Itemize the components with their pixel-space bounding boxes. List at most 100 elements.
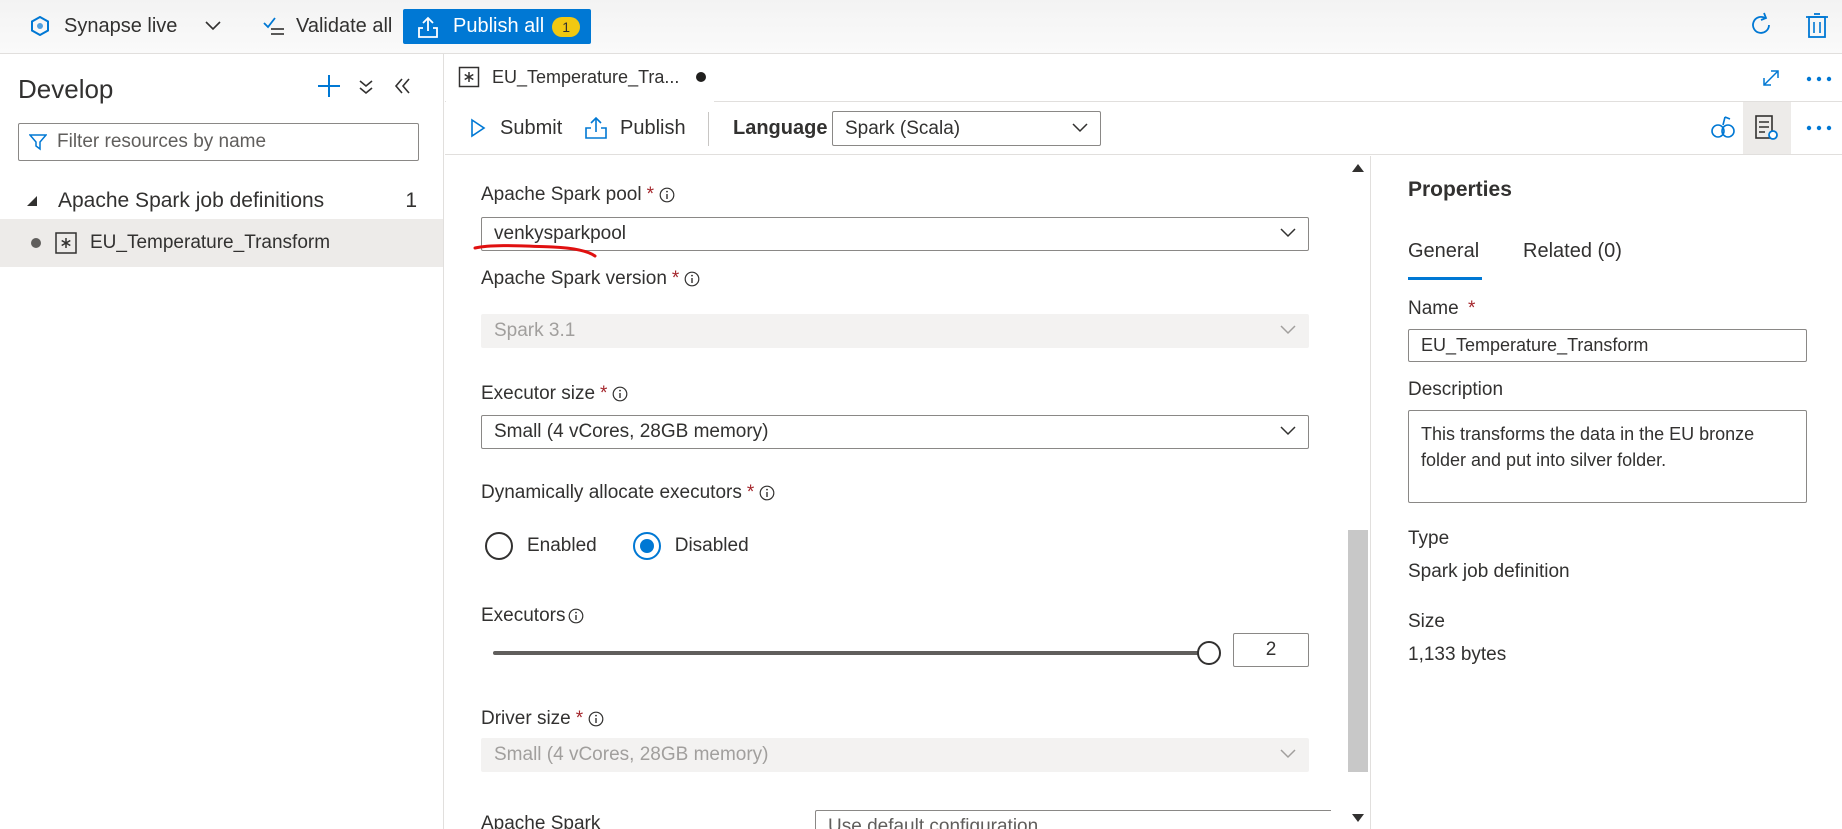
workspace-mode-label: Synapse live: [64, 14, 178, 37]
driver-size-select: Small (4 vCores, 28GB memory): [481, 738, 1309, 772]
info-icon[interactable]: [568, 608, 584, 624]
radio-enabled[interactable]: [485, 532, 513, 560]
publish-button[interactable]: Publish: [584, 102, 686, 154]
executors-label-row: Executors: [481, 605, 584, 627]
spark-config-select[interactable]: Use default configuration: [815, 810, 1331, 829]
play-icon: [470, 118, 486, 138]
spark-pool-select[interactable]: venkysparkpool: [481, 217, 1309, 251]
refresh-icon[interactable]: [1748, 12, 1774, 38]
language-value: Spark (Scala): [845, 117, 961, 139]
radio-enabled-label[interactable]: Enabled: [527, 535, 597, 557]
publish-all-button[interactable]: Publish all 1: [403, 9, 591, 44]
executors-count-input[interactable]: 2: [1233, 633, 1309, 667]
properties-panel: Properties General Related (0) Name * EU…: [1370, 156, 1842, 829]
spark-version-value: Spark 3.1: [494, 320, 576, 341]
executor-size-label: Executor size: [481, 383, 596, 404]
driver-size-label: Driver size: [481, 708, 571, 729]
form-scrollbar-thumb[interactable]: [1348, 530, 1368, 772]
description-label: Description: [1408, 379, 1504, 400]
synapse-live-dropdown[interactable]: Synapse live: [30, 0, 221, 52]
spark-config-label: Apache Spark: [481, 813, 601, 829]
tab-eu-temperature-transform[interactable]: EU_Temperature_Tra...: [446, 54, 714, 102]
top-command-bar: Synapse live Validate all Publish all 1: [0, 0, 1842, 54]
spark-pool-label: Apache Spark pool: [481, 184, 642, 205]
chevron-down-icon: [1280, 749, 1296, 759]
caret-down-icon: [26, 195, 38, 207]
publish-all-label: Publish all: [453, 15, 545, 37]
required-marker: *: [671, 268, 680, 289]
publish-icon: [584, 116, 608, 140]
radio-disabled[interactable]: [632, 532, 661, 560]
info-icon[interactable]: [659, 187, 675, 203]
unsaved-dot-icon: [695, 71, 707, 83]
name-label-row: Name *: [1408, 298, 1475, 320]
publish-icon: [417, 16, 439, 38]
executor-size-value: Small (4 vCores, 28GB memory): [494, 421, 769, 442]
editor-toolbar: Submit Publish Language Spark (Scala): [445, 102, 1842, 155]
validate-all-button[interactable]: Validate all: [262, 0, 392, 52]
size-label: Size: [1408, 611, 1445, 632]
info-icon[interactable]: [612, 386, 628, 402]
filter-resources-field[interactable]: [18, 123, 419, 161]
validate-icon: [262, 15, 286, 37]
collapse-all-icon[interactable]: [358, 78, 374, 96]
properties-title: Properties: [1408, 178, 1512, 201]
scroll-up-arrow-icon[interactable]: [1352, 164, 1364, 172]
tab-related[interactable]: Related (0): [1523, 240, 1622, 280]
name-input[interactable]: EU_Temperature_Transform: [1408, 329, 1807, 362]
tab-general[interactable]: General: [1408, 240, 1482, 280]
properties-toggle-button[interactable]: [1743, 102, 1791, 154]
executor-size-label-row: Executor size *: [481, 383, 628, 405]
executors-slider-track[interactable]: [493, 651, 1208, 655]
more-options-icon[interactable]: [1806, 125, 1832, 131]
chevron-down-icon: [205, 21, 221, 31]
scroll-down-arrow-icon[interactable]: [1352, 814, 1364, 822]
radio-disabled-label[interactable]: Disabled: [675, 535, 749, 557]
info-icon[interactable]: [684, 271, 700, 287]
spark-ui-icon[interactable]: [1709, 114, 1737, 142]
required-marker: *: [1467, 298, 1476, 319]
spark-job-definitions-section[interactable]: Apache Spark job definitions 1: [18, 179, 419, 224]
spark-pool-label-row: Apache Spark pool *: [481, 184, 675, 206]
required-marker: *: [600, 383, 608, 404]
red-underline-annotation: [473, 244, 597, 258]
type-value: Spark job definition: [1408, 561, 1570, 582]
develop-title: Develop: [18, 74, 114, 104]
filter-icon: [29, 133, 47, 151]
chevron-down-icon: [1072, 123, 1088, 133]
required-marker: *: [575, 708, 584, 729]
executors-label: Executors: [481, 605, 566, 626]
info-icon[interactable]: [759, 485, 775, 501]
expand-icon[interactable]: [1761, 68, 1781, 88]
info-icon[interactable]: [588, 711, 604, 727]
synapse-icon: [30, 16, 50, 36]
toolbar-divider: [708, 112, 709, 146]
driver-size-label-row: Driver size *: [481, 708, 604, 730]
more-options-icon[interactable]: [1806, 76, 1832, 82]
executor-size-select[interactable]: Small (4 vCores, 28GB memory): [481, 415, 1309, 449]
language-label: Language: [733, 116, 828, 139]
discard-all-icon[interactable]: [1804, 12, 1830, 40]
executors-slider-thumb[interactable]: [1197, 641, 1221, 665]
collapse-panel-icon[interactable]: [393, 77, 411, 95]
dynamic-allocation-radio-group: Enabled Disabled: [485, 532, 749, 560]
required-marker: *: [646, 184, 654, 205]
spark-version-select: Spark 3.1: [481, 314, 1309, 348]
size-value: 1,133 bytes: [1408, 644, 1507, 665]
section-count: 1: [405, 188, 417, 212]
section-label: Apache Spark job definitions: [58, 188, 325, 212]
publish-label: Publish: [620, 116, 686, 139]
dynamic-allocation-label-row: Dynamically allocate executors *: [481, 482, 775, 504]
language-select[interactable]: Spark (Scala): [832, 111, 1101, 146]
filter-resources-input[interactable]: [57, 131, 407, 153]
description-textarea[interactable]: This transforms the data in the EU bronz…: [1408, 410, 1807, 503]
submit-button[interactable]: Submit: [470, 102, 562, 154]
spark-version-label-row: Apache Spark version *: [481, 268, 700, 290]
add-resource-icon[interactable]: [316, 73, 342, 99]
spark-job-settings-form: Apache Spark pool * venkysparkpool Apach…: [445, 156, 1331, 829]
spark-job-icon: [458, 66, 480, 88]
validate-all-label: Validate all: [296, 14, 393, 37]
submit-label: Submit: [500, 116, 563, 139]
tree-item-eu-temperature-transform[interactable]: EU_Temperature_Transform: [0, 219, 443, 267]
properties-icon: [1754, 114, 1780, 142]
